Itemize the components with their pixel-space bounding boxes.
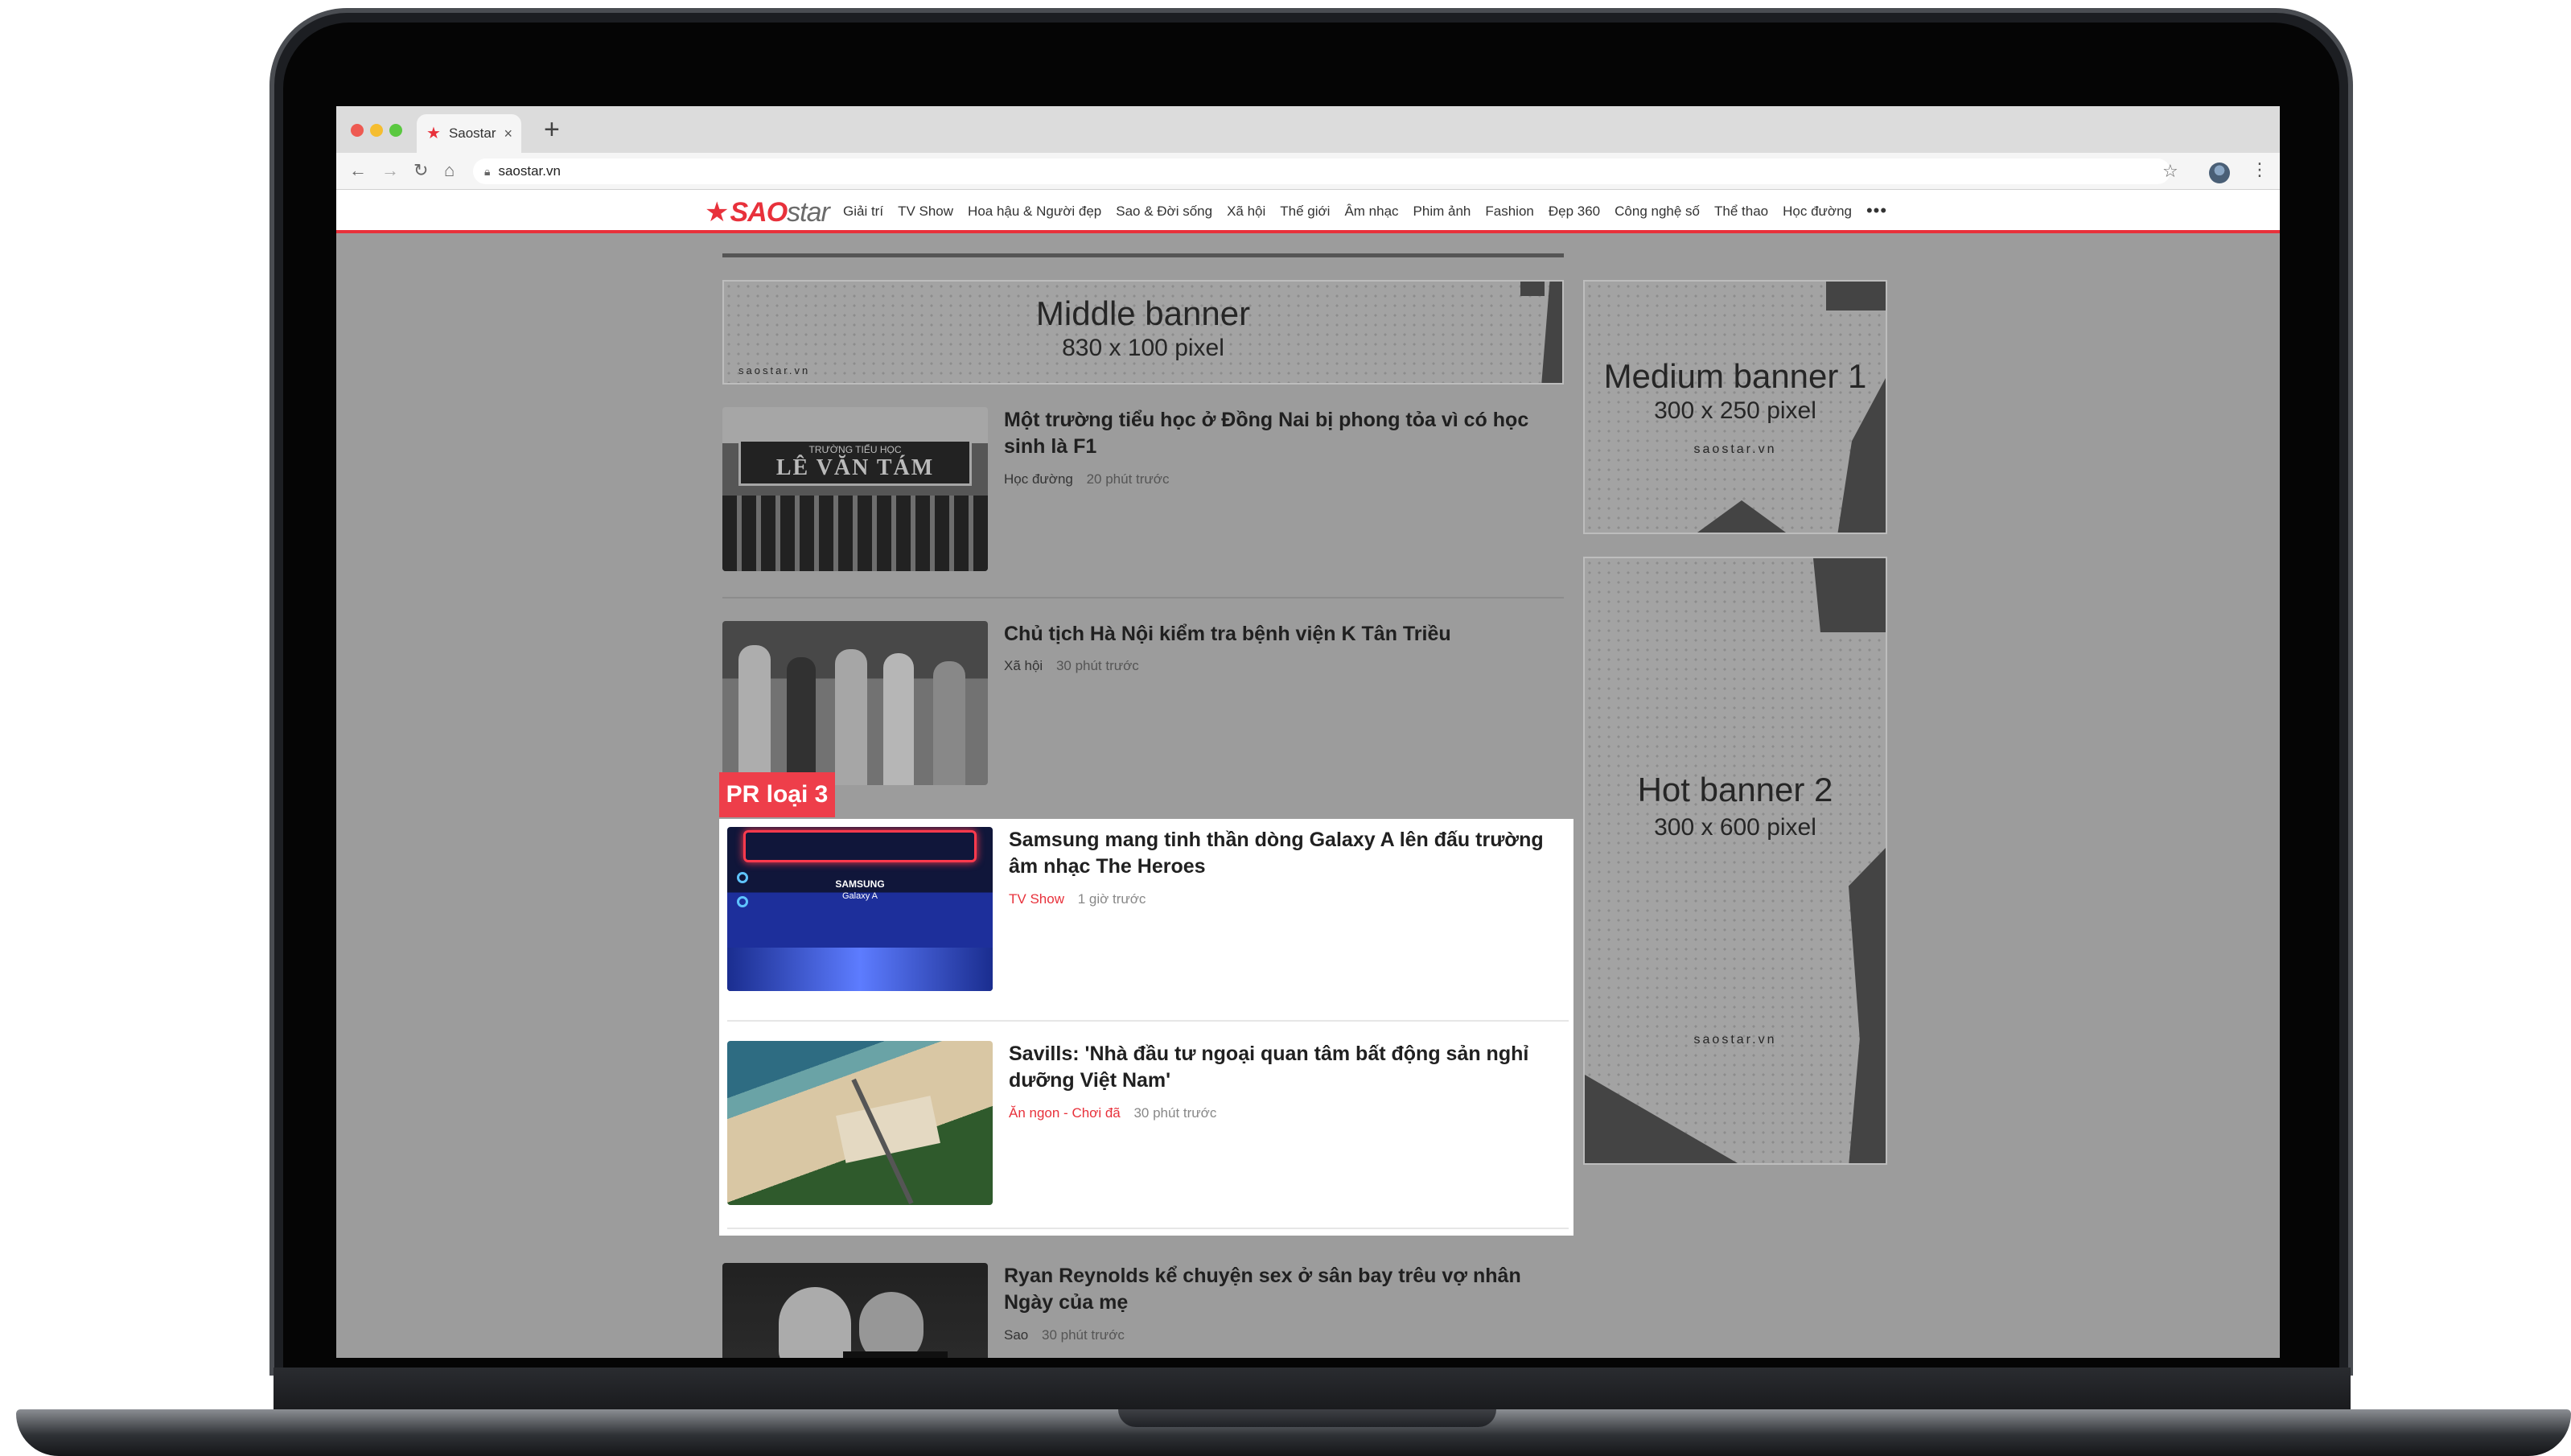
article-title[interactable]: Ryan Reynolds kể chuyện sex ở sân bay tr… [1004,1263,1559,1316]
thumbnail-caption: Galaxy A [841,891,878,901]
article-meta: Sao 30 phút trước [1004,1327,1125,1343]
hot-banner[interactable]: Hot banner 2 300 x 600 pixel saostar.vn [1583,557,1887,1165]
nav-item-am-nhac[interactable]: Âm nhạc [1344,204,1398,220]
nav-item-fashion[interactable]: Fashion [1485,204,1533,220]
thumbnail-caption: TRƯỜNG TIỂU HỌC [808,444,902,455]
article-title[interactable]: Savills: 'Nhà đầu tư ngoại quan tâm bất … [1009,1041,1564,1094]
tab-title: Saostar [448,125,496,141]
banner-brand: saostar.vn [1693,442,1777,456]
article-category[interactable]: Học đường [1004,471,1073,487]
banner-size: 300 x 600 pixel [1654,814,1816,841]
logo-star-icon: ★ [705,197,730,228]
nav-item-tv-show[interactable]: TV Show [898,204,953,220]
nav-item-the-thao[interactable]: Thể thao [1714,204,1768,220]
article-meta: TV Show 1 giờ trước [1009,891,1146,907]
banner-brand: saostar.vn [1693,1033,1777,1047]
list-item[interactable]: SAMSUNG Galaxy A Samsung mang tinh thần … [727,827,1569,991]
nav-item-cong-nghe-so[interactable]: Công nghệ số [1615,204,1700,220]
back-icon[interactable]: ← [349,159,367,182]
laptop-hinge [274,1368,2351,1411]
article-thumbnail[interactable] [727,1041,993,1205]
forward-icon[interactable]: → [381,159,399,182]
more-menu-icon[interactable]: ••• [1866,202,1887,220]
minimize-window-button[interactable] [370,124,383,137]
article-meta: Học đường 20 phút trước [1004,471,1169,487]
article-thumbnail[interactable]: SAMSUNG Galaxy A [727,827,993,991]
article-meta: Xã hội 30 phút trước [1004,658,1139,674]
browser-toolbar: ← → ↻ ⌂ 🔒︎ saostar.vn ☆ ⋮ [336,153,2280,190]
url-text[interactable]: saostar.vn [498,163,561,179]
list-item[interactable]: Chủ tịch Hà Nội kiểm tra bệnh viện K Tân… [722,621,1564,785]
article-title[interactable]: Một trường tiểu học ở Đồng Nai bị phong … [1004,407,1559,460]
article-title[interactable]: Chủ tịch Hà Nội kiểm tra bệnh viện K Tân… [1004,621,1559,648]
logo-star: star [787,196,830,228]
nav-item-giai-tri[interactable]: Giải trí [843,204,883,220]
article-category[interactable]: Sao [1004,1327,1028,1343]
address-bar[interactable]: 🔒︎ saostar.vn [473,158,2170,184]
middle-banner[interactable]: Middle banner 830 x 100 pixel saostar.vn [722,280,1564,385]
laptop-notch [1118,1409,1496,1427]
article-thumbnail[interactable]: TRƯỜNG TIỂU HỌC LÊ VĂN TÁM [722,407,988,571]
content-top-rule [722,253,1564,257]
list-item[interactable]: Savills: 'Nhà đầu tư ngoại quan tâm bất … [727,1041,1569,1205]
reload-icon[interactable]: ↻ [413,159,428,182]
site-header: ★ SAO star Giải trí TV Show Hoa hậu & Ng… [336,190,2280,233]
pr-label: PR loại 3 [719,772,835,817]
new-tab-button[interactable]: + [544,116,560,143]
article-time: 20 phút trước [1086,471,1170,487]
tab-saostar[interactable]: ★ Saostar × [417,114,521,153]
banner-size: 300 x 250 pixel [1654,397,1816,424]
list-item[interactable]: TRƯỜNG TIỂU HỌC LÊ VĂN TÁM Một trường ti… [722,407,1564,571]
saostar-logo[interactable]: ★ SAO star [705,196,830,228]
nav-item-dep-360[interactable]: Đẹp 360 [1549,204,1600,220]
nav-item-xa-hoi[interactable]: Xã hội [1227,204,1265,220]
nav-item-hoc-duong[interactable]: Học đường [1783,204,1852,220]
article-thumbnail[interactable] [722,621,988,785]
close-window-button[interactable] [351,124,364,137]
home-icon[interactable]: ⌂ [444,159,455,182]
close-icon[interactable]: × [504,125,513,142]
nav-item-phim-anh[interactable]: Phim ảnh [1413,204,1471,220]
article-time: 30 phút trước [1055,658,1139,673]
nav-item-hoa-hau[interactable]: Hoa hậu & Người đẹp [968,204,1101,220]
list-item[interactable]: Ryan Reynolds kể chuyện sex ở sân bay tr… [722,1263,1564,1358]
tab-bar: ★ Saostar × + [336,106,2280,153]
thumbnail-caption: LÊ VĂN TÁM [775,455,935,480]
banner-title: Hot banner 2 [1637,771,1833,808]
banner-size: 830 x 100 pixel [1062,335,1224,361]
lock-icon: 🔒︎ [484,164,491,178]
article-time: 1 giờ trước [1077,891,1146,907]
star-icon: ★ [426,125,441,142]
nav-item-sao-doi-song[interactable]: Sao & Đời sống [1116,204,1212,220]
banner-title: Middle banner [1035,294,1251,332]
nav-item-the-gioi[interactable]: Thế giới [1280,204,1330,220]
article-category[interactable]: Ăn ngon - Chơi đã [1009,1105,1121,1121]
logo-sao: SAO [730,196,788,228]
avatar[interactable] [2209,162,2230,183]
article-time: 30 phút trước [1133,1105,1217,1121]
main-nav: Giải trí TV Show Hoa hậu & Người đẹp Sao… [843,202,1887,220]
bookmark-star-icon[interactable]: ☆ [2162,162,2178,180]
article-meta: Ăn ngon - Chơi đã 30 phút trước [1009,1105,1216,1121]
article-divider [727,1020,1569,1022]
banner-title: Medium banner 1 [1603,357,1867,395]
medium-banner[interactable]: Medium banner 1 300 x 250 pixel saostar.… [1583,280,1887,534]
maximize-window-button[interactable] [389,124,402,137]
article-divider [727,1228,1569,1229]
browser-menu-icon[interactable]: ⋮ [2251,161,2269,179]
article-category[interactable]: Xã hội [1004,658,1043,673]
thumbnail-caption: SAMSUNG [835,878,885,890]
banner-brand: saostar.vn [738,364,811,376]
article-divider [722,597,1564,598]
article-time: 30 phút trước [1041,1327,1125,1343]
browser-window: ★ Saostar × + ← → ↻ ⌂ 🔒︎ saostar.vn ☆ ⋮ … [336,106,2280,1358]
article-category[interactable]: TV Show [1009,891,1064,907]
article-thumbnail[interactable] [722,1263,988,1358]
article-title[interactable]: Samsung mang tinh thần dòng Galaxy A lên… [1009,827,1564,880]
